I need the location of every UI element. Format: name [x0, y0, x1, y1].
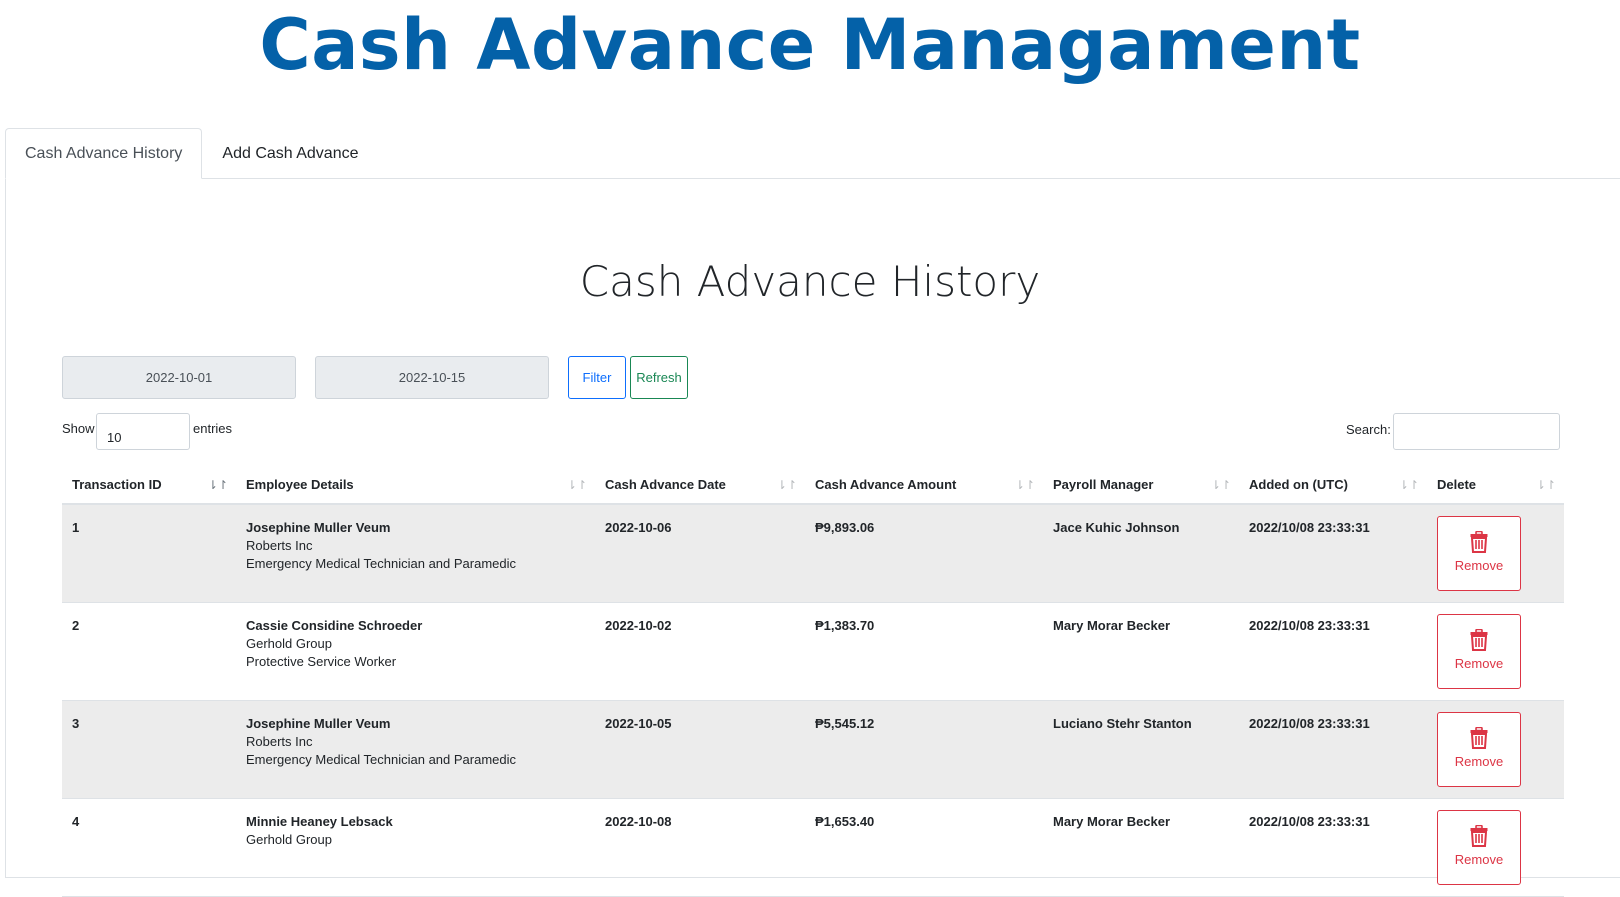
- cash-advance-date-cell: 2022-10-06: [595, 504, 805, 603]
- sort-icon: ⇂↾: [776, 478, 797, 492]
- table-row: 1 Josephine Muller Veum Roberts Inc Emer…: [62, 504, 1564, 603]
- added-on-cell: 2022/10/08 23:33:31: [1239, 700, 1427, 799]
- employee-name: Minnie Heaney Lebsack: [246, 813, 393, 829]
- column-header-added-on[interactable]: Added on (UTC) ⇂↾: [1239, 466, 1427, 505]
- employee-position: Emergency Medical Technician and Paramed…: [246, 556, 517, 571]
- employee-details-cell: Minnie Heaney Lebsack Gerhold Group: [236, 798, 595, 897]
- table-row: 3 Josephine Muller Veum Roberts Inc Emer…: [62, 700, 1564, 799]
- sort-icon: ⇂↾: [1210, 478, 1231, 492]
- trash-icon: [1470, 824, 1488, 847]
- transaction-id-cell: 4: [62, 798, 236, 897]
- table-row: 4 Minnie Heaney Lebsack Gerhold Group 20…: [62, 798, 1564, 897]
- trash-icon: [1470, 531, 1488, 553]
- employee-position: Emergency Medical Technician and Paramed…: [246, 751, 517, 767]
- cash-advance-amount-cell: ₱5,545.12: [805, 700, 1043, 799]
- sort-icon: ⇂↾: [566, 478, 587, 492]
- search-input[interactable]: [1393, 413, 1560, 450]
- app-title: Cash Advance Managament: [259, 4, 1361, 86]
- column-header-transaction-id[interactable]: Transaction ID ⇂↾: [62, 466, 236, 505]
- remove-label: Remove: [1454, 558, 1504, 573]
- column-header-label: Cash Advance Date: [605, 477, 726, 492]
- added-on-cell: 2022/10/08 23:33:31: [1239, 602, 1427, 701]
- payroll-manager-cell: Mary Morar Becker: [1043, 602, 1239, 701]
- table-row: 2 Cassie Considine Schroeder Gerhold Gro…: [62, 602, 1564, 701]
- sort-icon: ⇂↾: [1535, 478, 1556, 492]
- column-header-delete[interactable]: Delete ⇂↾: [1427, 466, 1564, 505]
- tab-bar: Cash Advance History Add Cash Advance: [5, 128, 379, 179]
- delete-cell: Remove: [1427, 700, 1564, 799]
- end-date-input[interactable]: 2022-10-15: [315, 356, 549, 399]
- remove-button[interactable]: Remove: [1437, 711, 1521, 787]
- refresh-button[interactable]: Refresh: [630, 356, 688, 399]
- trash-icon: [1470, 628, 1488, 651]
- employee-details-cell: Josephine Muller Veum Roberts Inc Emerge…: [236, 504, 595, 603]
- sort-asc-icon: ⇂↾: [207, 478, 228, 492]
- cash-advance-date-cell: 2022-10-05: [595, 700, 805, 799]
- column-header-label: Cash Advance Amount: [815, 477, 957, 492]
- sort-icon: ⇂↾: [1398, 478, 1419, 492]
- delete-cell: Remove: [1427, 602, 1564, 701]
- tab-cash-advance-history[interactable]: Cash Advance History: [5, 128, 203, 179]
- transaction-id-cell: 2: [62, 602, 236, 701]
- added-on-cell: 2022/10/08 23:33:31: [1239, 504, 1427, 603]
- employee-name: Cassie Considine Schroeder: [246, 617, 423, 633]
- tab-add-cash-advance[interactable]: Add Cash Advance: [202, 128, 378, 179]
- employee-company: Roberts Inc: [246, 538, 313, 553]
- added-on-cell: 2022/10/08 23:33:31: [1239, 798, 1427, 897]
- column-header-cash-advance-date[interactable]: Cash Advance Date ⇂↾: [595, 466, 805, 505]
- column-header-label: Payroll Manager: [1053, 477, 1154, 492]
- employee-name: Josephine Muller Veum: [246, 520, 391, 535]
- table-header-row: Transaction ID ⇂↾ Employee Details ⇂↾ Cash…: [62, 466, 1564, 505]
- column-header-payroll-manager[interactable]: Payroll Manager ⇂↾: [1043, 466, 1239, 505]
- delete-cell: Remove: [1427, 504, 1564, 603]
- column-header-label: Employee Details: [246, 477, 354, 492]
- remove-label: Remove: [1454, 851, 1504, 867]
- employee-name: Josephine Muller Veum: [246, 715, 391, 731]
- employee-details-cell: Josephine Muller Veum Roberts Inc Emerge…: [236, 700, 595, 799]
- cash-advance-date-cell: 2022-10-02: [595, 602, 805, 701]
- employee-company: Roberts Inc: [246, 733, 313, 749]
- remove-label: Remove: [1454, 655, 1504, 671]
- transaction-id-cell: 3: [62, 700, 236, 799]
- delete-cell: Remove: [1427, 798, 1564, 897]
- remove-button[interactable]: Remove: [1437, 809, 1521, 885]
- payroll-manager-cell: Luciano Stehr Stanton: [1043, 700, 1239, 799]
- cash-advance-amount-cell: ₱1,383.70: [805, 602, 1043, 701]
- cash-advance-table: Transaction ID ⇂↾ Employee Details ⇂↾ Cash…: [62, 466, 1564, 897]
- remove-button[interactable]: Remove: [1437, 516, 1521, 591]
- trash-icon: [1470, 726, 1488, 749]
- transaction-id-cell: 1: [62, 504, 236, 603]
- column-header-employee-details[interactable]: Employee Details ⇂↾: [236, 466, 595, 505]
- remove-label: Remove: [1454, 753, 1504, 769]
- entries-per-page-input[interactable]: 10: [96, 413, 190, 450]
- employee-position: Protective Service Worker: [246, 653, 397, 669]
- employee-details-cell: Cassie Considine Schroeder Gerhold Group…: [236, 602, 595, 701]
- section-title: Cash Advance History: [579, 257, 1041, 306]
- column-header-label: Delete: [1437, 477, 1477, 492]
- cash-advance-amount-cell: ₱1,653.40: [805, 798, 1043, 897]
- column-header-label: Added on (UTC): [1249, 477, 1348, 492]
- payroll-manager-cell: Jace Kuhic Johnson: [1043, 504, 1239, 603]
- cash-advance-amount-cell: ₱9,893.06: [805, 504, 1043, 603]
- column-header-cash-advance-amount[interactable]: Cash Advance Amount ⇂↾: [805, 466, 1043, 505]
- filter-button[interactable]: Filter: [568, 356, 626, 399]
- start-date-input[interactable]: 2022-10-01: [62, 356, 296, 399]
- payroll-manager-cell: Mary Morar Becker: [1043, 798, 1239, 897]
- entries-label: entries: [193, 421, 233, 436]
- show-label: Show: [62, 421, 95, 436]
- column-header-label: Transaction ID: [72, 477, 162, 492]
- remove-button[interactable]: Remove: [1437, 613, 1521, 689]
- cash-advance-date-cell: 2022-10-08: [595, 798, 805, 897]
- search-label: Search:: [1346, 422, 1391, 437]
- employee-company: Gerhold Group: [246, 635, 332, 651]
- sort-icon: ⇂↾: [1014, 478, 1035, 492]
